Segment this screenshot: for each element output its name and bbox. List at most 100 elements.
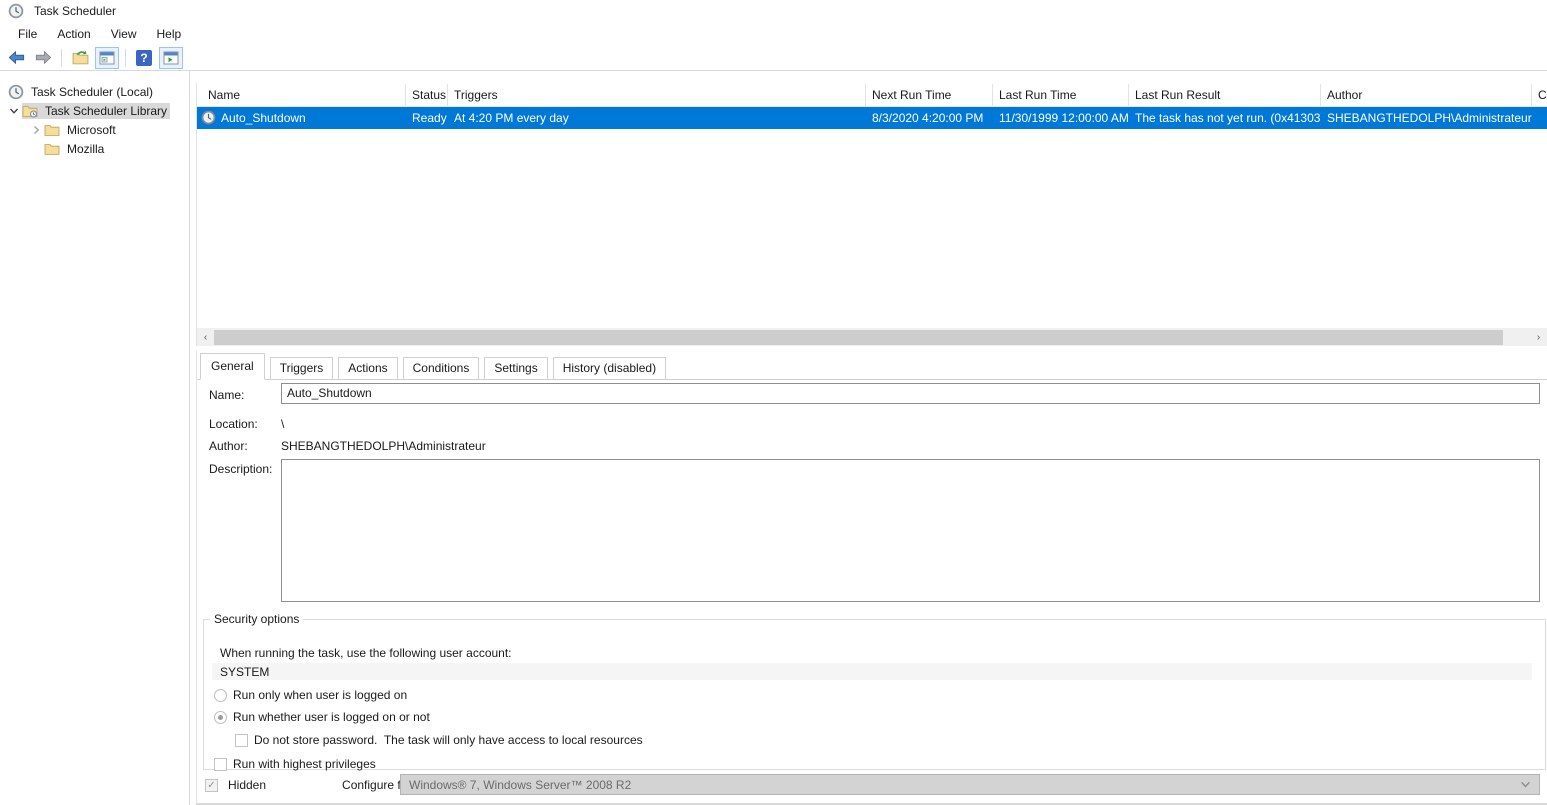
description-label: Description: <box>209 462 272 476</box>
radio-icon[interactable] <box>214 689 227 702</box>
window-title: Task Scheduler <box>34 4 116 18</box>
menu-bar: File Action View Help <box>0 22 1547 45</box>
console-tree-pane: Task Scheduler (Local) Task Scheduler Li… <box>0 71 190 805</box>
clock-icon <box>8 84 24 100</box>
column-header-last-run-time[interactable]: Last Run Time <box>993 84 1129 106</box>
tree-item-microsoft[interactable]: Microsoft <box>0 120 189 139</box>
toolbar: ? <box>0 45 1547 71</box>
action-pane-icon <box>163 50 179 66</box>
hidden-checkbox[interactable]: ✓ <box>205 779 218 792</box>
tab-conditions[interactable]: Conditions <box>403 357 480 379</box>
back-icon <box>7 48 26 67</box>
tree-item-label: Task Scheduler Library <box>42 103 170 119</box>
author-value: SHEBANGTHEDOLPH\Administrateur <box>281 439 486 453</box>
column-header-triggers[interactable]: Triggers <box>448 84 866 106</box>
scroll-right-icon[interactable]: › <box>1530 328 1547 346</box>
account-name: SYSTEM <box>220 665 269 679</box>
tree-selection-highlight: Task Scheduler Library <box>22 103 170 119</box>
checkbox-highest-privileges[interactable]: Run with highest privileges <box>214 757 376 771</box>
checkbox-icon[interactable] <box>235 734 248 747</box>
radio-run-logged-on[interactable]: Run only when user is logged on <box>214 688 407 702</box>
security-options-legend: Security options <box>210 612 303 626</box>
task-name: Auto_Shutdown <box>221 111 306 125</box>
tree-item-task-scheduler-local[interactable]: Task Scheduler (Local) <box>0 82 189 101</box>
chevron-right-icon[interactable] <box>28 122 44 138</box>
task-detail-pane: General Triggers Actions Conditions Sett… <box>196 351 1547 805</box>
toolbar-separator <box>61 49 62 67</box>
export-button[interactable] <box>68 47 92 69</box>
task-author: SHEBANGTHEDOLPH\Administrateur <box>1321 111 1532 125</box>
location-value: \ <box>281 417 284 431</box>
action-pane-button[interactable] <box>159 47 183 69</box>
name-label: Name: <box>209 388 244 402</box>
task-name-cell: Auto_Shutdown <box>197 110 406 126</box>
table-row-auto-shutdown[interactable]: Auto_Shutdown Ready At 4:20 PM every day… <box>197 107 1547 129</box>
column-header-created[interactable]: Cr <box>1532 84 1547 106</box>
description-input[interactable] <box>281 459 1540 602</box>
column-header-name[interactable]: Name <box>197 84 406 106</box>
radio-run-logged-on-or-not[interactable]: Run whether user is logged on or not <box>214 710 430 724</box>
scrollbar-thumb[interactable] <box>214 330 1503 345</box>
forward-icon <box>34 48 53 67</box>
task-last-run-time: 11/30/1999 12:00:00 AM <box>993 111 1129 125</box>
task-list-view: Name Status Triggers Next Run Time Last … <box>196 83 1547 346</box>
column-header-status[interactable]: Status <box>406 84 448 106</box>
tree-item-label: Microsoft <box>64 122 119 138</box>
radio-label: Run only when user is logged on <box>233 688 407 702</box>
tree-item-label: Mozilla <box>64 141 107 157</box>
tree-item-task-scheduler-library[interactable]: Task Scheduler Library <box>0 101 189 120</box>
user-account-value: SYSTEM <box>212 663 1532 680</box>
task-list-header: Name Status Triggers Next Run Time Last … <box>197 84 1547 107</box>
radio-label: Run whether user is logged on or not <box>233 710 430 724</box>
menu-action[interactable]: Action <box>47 24 100 44</box>
scroll-left-icon[interactable]: ‹ <box>197 328 214 346</box>
location-label: Location: <box>209 417 258 431</box>
tree-item-label: Task Scheduler (Local) <box>28 84 156 100</box>
tab-actions[interactable]: Actions <box>338 357 397 379</box>
configure-for-dropdown[interactable]: Windows® 7, Windows Server™ 2008 R2 <box>400 774 1540 795</box>
checkbox-do-not-store-password[interactable]: Do not store password. The task will onl… <box>235 733 643 747</box>
security-options-group: Security options When running the task, … <box>203 612 1546 770</box>
console-tree-button[interactable] <box>95 47 119 69</box>
tab-history[interactable]: History (disabled) <box>553 357 666 379</box>
tab-general[interactable]: General <box>200 353 265 380</box>
horizontal-scrollbar[interactable]: ‹ › <box>197 328 1547 346</box>
toolbar-separator <box>125 49 126 67</box>
tab-triggers[interactable]: Triggers <box>270 357 334 379</box>
author-label: Author: <box>209 439 248 453</box>
checkbox-label: Run with highest privileges <box>233 757 376 771</box>
forward-button[interactable] <box>31 47 55 69</box>
column-header-author[interactable]: Author <box>1321 84 1532 106</box>
library-folder-icon <box>22 103 38 119</box>
checkbox-label: Do not store password. The task will onl… <box>254 733 643 747</box>
menu-file[interactable]: File <box>8 24 47 44</box>
task-clock-icon <box>201 110 217 126</box>
hidden-label: Hidden <box>228 778 266 792</box>
task-scheduler-window: Task Scheduler File Action View Help ? <box>0 0 1547 805</box>
detail-tabs: General Triggers Actions Conditions Sett… <box>197 354 1547 380</box>
tree-item-mozilla[interactable]: Mozilla <box>0 139 189 158</box>
chevron-down-icon[interactable] <box>6 103 22 119</box>
folder-icon <box>44 122 60 138</box>
clock-app-icon <box>8 3 24 19</box>
task-next-run-time: 8/3/2020 4:20:00 PM <box>866 111 993 125</box>
configure-row: ✓ Hidden Configure for: Windows® 7, Wind… <box>205 774 1540 796</box>
tab-settings[interactable]: Settings <box>484 357 547 379</box>
back-button[interactable] <box>4 47 28 69</box>
console-tree-icon <box>99 50 115 66</box>
column-header-next-run-time[interactable]: Next Run Time <box>866 84 993 106</box>
title-bar: Task Scheduler <box>0 0 1547 22</box>
configure-for-value: Windows® 7, Windows Server™ 2008 R2 <box>409 778 631 792</box>
task-name-input[interactable]: Auto_Shutdown <box>281 383 1540 404</box>
help-button[interactable]: ? <box>132 47 156 69</box>
account-instruction: When running the task, use the following… <box>220 646 512 660</box>
menu-help[interactable]: Help <box>147 24 192 44</box>
menu-view[interactable]: View <box>101 24 147 44</box>
export-folder-icon <box>72 49 89 66</box>
column-header-last-run-result[interactable]: Last Run Result <box>1129 84 1321 106</box>
checkbox-icon[interactable] <box>214 758 227 771</box>
task-triggers: At 4:20 PM every day <box>448 111 866 125</box>
folder-icon <box>44 141 60 157</box>
radio-checked-icon[interactable] <box>214 711 227 724</box>
task-status: Ready <box>406 111 448 125</box>
